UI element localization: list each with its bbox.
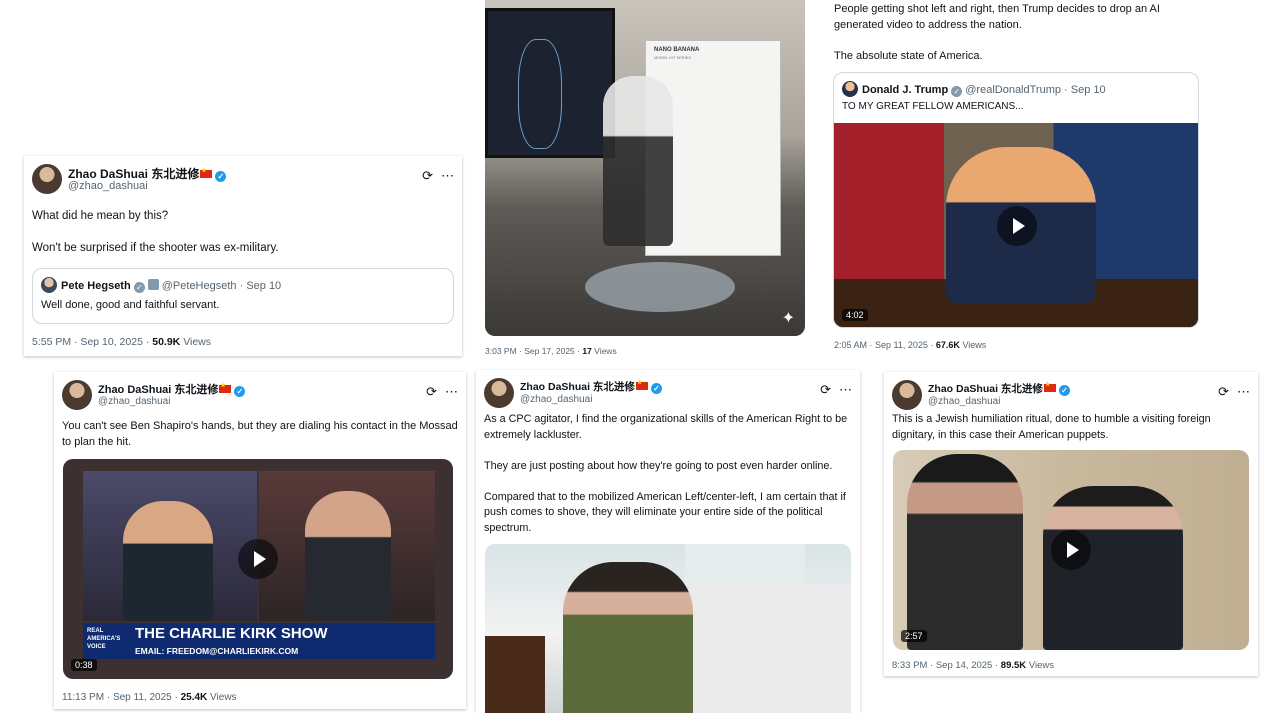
china-flag-icon [200,167,213,178]
china-flag-icon [1043,381,1056,392]
avatar [842,81,858,97]
box-label: NANO BANANA [654,47,700,53]
tweet-header: Zhao DaShuai 东北进修✓ @zhao_dashuai ⟳ ⋯ [892,380,1250,412]
author-name[interactable]: Zhao DaShuai 东北进修✓ [98,381,246,397]
tweet-image[interactable] [485,544,851,713]
avatar[interactable] [32,164,62,194]
verified-icon: ✓ [133,282,145,293]
china-flag-icon [219,382,232,393]
timestamp[interactable]: 8:33 PM · Sep 14, 2025 · [892,660,1001,671]
tweet-video[interactable]: REAL AMERICA'S VOICE THE CHARLIE KIRK SH… [63,459,453,679]
tweet-card-5[interactable]: Zhao DaShuai 东北进修✓ @zhao_dashuai ⟳ ⋯ As a… [476,370,860,713]
tweet-card-3[interactable]: People getting shot left and right, then… [826,0,1206,356]
tweet-card-2[interactable]: NANO BANANA MODEL KIT SERIES ✦ 3:03 PM ·… [476,0,808,356]
tweet-text: This is a Jewish humiliation ritual, don… [892,413,1211,441]
man-with-cap-image [907,454,1023,650]
more-icon[interactable]: ⋯ [441,168,454,183]
grok-icon[interactable]: ⟳ [426,384,437,399]
tweet-meta: 3:03 PM · Sep 17, 2025 · 17 Views [485,346,617,356]
show-title: THE CHARLIE KIRK SHOW [135,625,328,642]
tweet-header: Zhao DaShuai 东北进修✓ @zhao_dashuai ⟳ ⋯ [62,380,458,412]
tweet-card-4[interactable]: Zhao DaShuai 东北进修✓ @zhao_dashuai ⟳ ⋯ You … [54,372,466,709]
avatar [41,277,57,293]
author-handle[interactable]: @zhao_dashuai [68,180,148,192]
quoted-text: Well done, good and faithful servant. [41,299,220,311]
tweet-video[interactable]: 2:57 [893,450,1249,650]
sparkle-icon: ✦ [781,310,795,327]
quoted-date: Sep 10 [246,280,282,292]
figure-image [603,76,673,246]
host-frame-image [83,471,257,621]
tweet-meta: 8:33 PM · Sep 14, 2025 · 89.5K Views [892,660,1054,671]
tweet-card-1[interactable]: Zhao DaShuai 东北进修✓ @zhao_dashuai ⟳⋯ What… [24,156,462,356]
tweet-video[interactable]: 4:02 [834,123,1198,327]
grok-icon[interactable]: ⟳ [422,168,433,183]
view-count: 89.5K [1000,660,1027,671]
timestamp[interactable]: 11:13 PM · Sep 11, 2025 · [62,692,181,703]
turntable-image [585,262,735,312]
tweet-meta: 2:05 AM · Sep 11, 2025 · 67.6K Views [834,340,987,350]
tweet-header: Zhao DaShuai 东北进修✓ @zhao_dashuai ⟳⋯ [32,164,454,196]
box-sublabel: MODEL KIT SERIES [654,55,692,60]
video-duration: 0:38 [71,659,97,671]
play-icon[interactable] [238,539,278,579]
avatar[interactable] [892,380,922,410]
tweet-text: You can't see Ben Shapiro's hands, but t… [62,420,458,448]
grok-icon[interactable]: ⟳ [820,382,831,397]
view-count: 50.9K [152,336,181,348]
author-handle[interactable]: @zhao_dashuai [520,394,592,405]
quoted-tweet[interactable]: Pete Hegseth ✓ @PeteHegseth · Sep 10 Well… [32,268,454,324]
play-icon[interactable] [1051,530,1091,570]
quoted-tweet[interactable]: Donald J. Trump ✓ @realDonaldTrump · Sep … [833,72,1199,328]
author-name[interactable]: Zhao DaShuai 东北进修✓ [928,381,1070,396]
quoted-text: TO MY GREAT FELLOW AMERICANS... [842,101,1024,112]
chair-image [485,636,545,713]
tweet-text: What did he mean by this? Won't be surpr… [32,210,279,254]
view-count: 17 [582,346,592,356]
quoted-author-name: Donald J. Trump [862,84,949,96]
avatar[interactable] [62,380,92,410]
verified-icon: ✓ [234,386,246,397]
timestamp[interactable]: 2:05 AM · Sep 11, 2025 · [834,340,936,350]
timestamp[interactable]: 3:03 PM · Sep 17, 2025 · [485,346,582,356]
video-duration: 4:02 [842,309,868,321]
monitor-image [485,8,615,158]
tweet-image[interactable]: NANO BANANA MODEL KIT SERIES ✦ [485,0,805,336]
play-icon[interactable] [997,206,1037,246]
office-window-image [685,544,805,584]
quoted-author-handle: @PeteHegseth [161,280,237,292]
video-duration: 2:57 [901,630,927,642]
show-email: EMAIL: FREEDOM@CHARLIEKIRK.COM [135,646,299,656]
quoted-date: Sep 10 [1070,84,1106,96]
quoted-author-handle: @realDonaldTrump [965,84,1061,96]
more-icon[interactable]: ⋯ [839,382,852,397]
quoted-author-name: Pete Hegseth [61,280,131,292]
guest-frame-image [259,471,435,621]
grok-icon[interactable]: ⟳ [1218,384,1229,399]
tweet-meta: 11:13 PM · Sep 11, 2025 · 25.4K Views [62,692,237,703]
author-name[interactable]: Zhao DaShuai 东北进修✓ [520,379,662,394]
verified-icon: ✓ [1058,385,1070,396]
soldier-image [563,562,693,713]
network-logo: REAL AMERICA'S VOICE [87,628,121,650]
timestamp[interactable]: 5:55 PM · Sep 10, 2025 · [32,336,152,348]
china-flag-icon [635,379,648,390]
more-icon[interactable]: ⋯ [1237,384,1250,399]
tweet-meta: 5:55 PM · Sep 10, 2025 · 50.9K Views [32,336,212,348]
tweet-text: People getting shot left and right, then… [834,3,1160,62]
verified-icon: ✓ [650,383,662,394]
view-count: 67.6K [935,340,960,350]
more-icon[interactable]: ⋯ [445,384,458,399]
author-handle[interactable]: @zhao_dashuai [98,396,170,407]
verified-icon: ✓ [951,86,963,97]
show-banner: REAL AMERICA'S VOICE THE CHARLIE KIRK SH… [83,623,435,659]
tweet-header: Zhao DaShuai 东北进修✓ @zhao_dashuai ⟳ ⋯ [484,378,852,410]
tweet-text: As a CPC agitator, I find the organizati… [484,413,848,534]
author-handle[interactable]: @zhao_dashuai [928,396,1000,407]
verified-icon: ✓ [215,171,227,182]
government-icon [147,279,159,290]
tweet-card-6[interactable]: Zhao DaShuai 东北进修✓ @zhao_dashuai ⟳ ⋯ This… [884,372,1258,676]
avatar[interactable] [484,378,514,408]
view-count: 25.4K [180,692,208,703]
